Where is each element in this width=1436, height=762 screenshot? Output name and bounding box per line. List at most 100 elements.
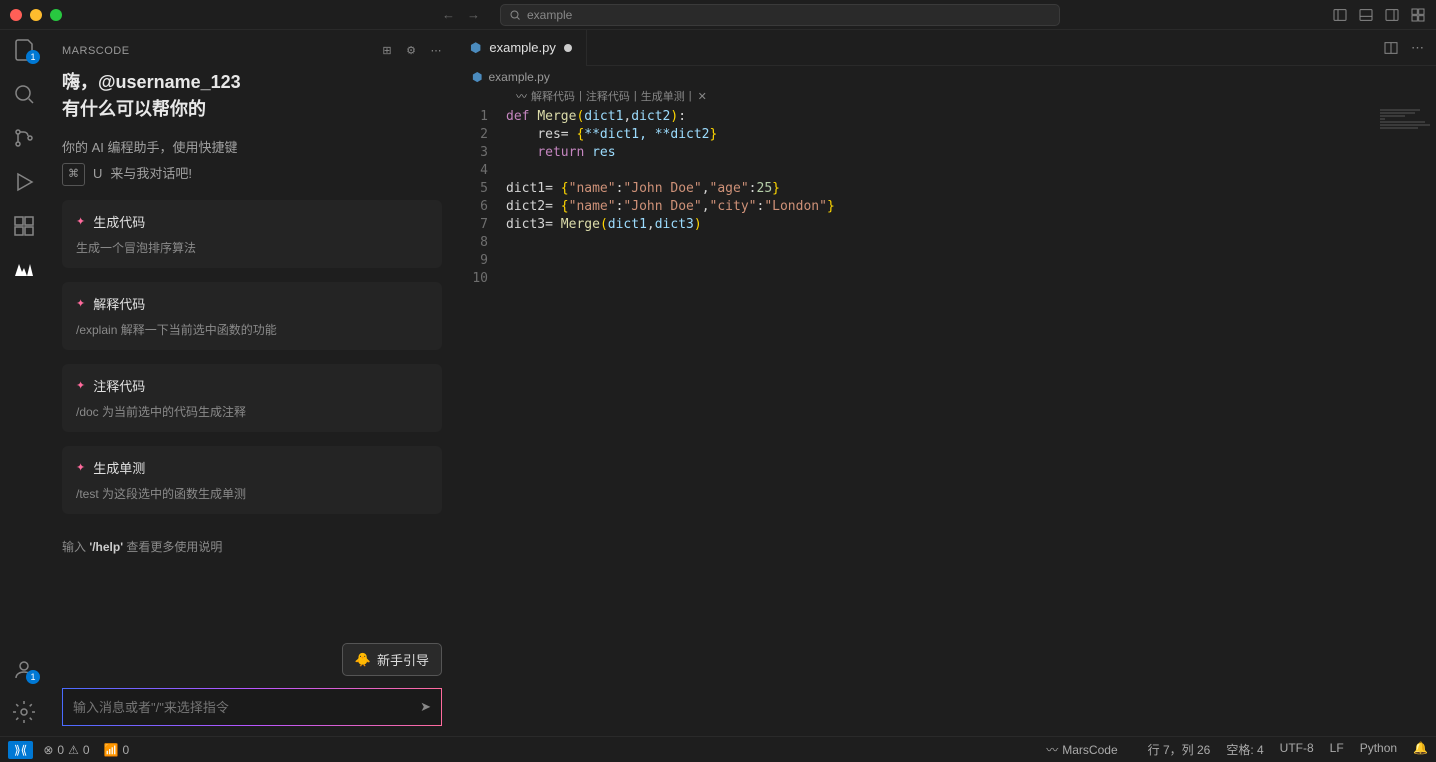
minimize-window-button[interactable] [30, 9, 42, 21]
ports-count: 0 [123, 743, 130, 757]
card-desc: 生成一个冒泡排序算法 [76, 239, 428, 256]
card-title-text: 注释代码 [93, 376, 145, 395]
card-title-text: 生成单测 [93, 458, 145, 477]
sep: | [634, 90, 637, 102]
line-number: 2 [456, 126, 488, 144]
line-number: 7 [456, 216, 488, 234]
panel-left-icon[interactable] [1332, 7, 1348, 23]
panel-right-icon[interactable] [1384, 7, 1400, 23]
line-number: 9 [456, 252, 488, 270]
help-prefix: 输入 [62, 540, 89, 554]
source-control-icon[interactable] [12, 126, 36, 150]
search-activity-icon[interactable] [12, 82, 36, 106]
line-number: 4 [456, 162, 488, 180]
language-mode[interactable]: Python [1360, 741, 1397, 758]
kbd-cmd: ⌘ [62, 163, 85, 186]
close-window-button[interactable] [10, 9, 22, 21]
nav-forward-icon[interactable]: → [467, 7, 480, 22]
guide-label: 新手引导 [377, 650, 429, 669]
code-editor[interactable]: 1 2 3 4 5 6 7 8 9 10 def Merge(dict1,dic… [456, 108, 1436, 736]
close-icon[interactable]: ✕ [698, 90, 707, 103]
breadcrumb[interactable]: ⬢ example.py [456, 66, 1436, 88]
more-icon[interactable]: ⋯ [431, 44, 443, 57]
action-comment[interactable]: 注释代码 [586, 88, 630, 104]
card-title-text: 解释代码 [93, 294, 145, 313]
activity-bar: 1 1 [0, 30, 48, 736]
accounts-icon[interactable]: 1 [12, 658, 36, 682]
marscode-label: MarsCode [1062, 743, 1117, 757]
card-explain-code[interactable]: ✦解释代码 /explain 解释一下当前选中函数的功能 [62, 282, 442, 350]
line-number: 6 [456, 198, 488, 216]
nav-arrows: ← → [442, 7, 480, 22]
remote-indicator[interactable]: ⟫⟪ [8, 741, 33, 759]
encoding-status[interactable]: UTF-8 [1280, 741, 1314, 758]
action-explain[interactable]: 解释代码 [531, 88, 575, 104]
problems-status[interactable]: ⊗0 ⚠0 [43, 743, 89, 757]
titlebar-layout-controls [1332, 7, 1426, 23]
sparkle-icon: ✦ [76, 379, 85, 392]
panel-bottom-icon[interactable] [1358, 7, 1374, 23]
help-suffix: 查看更多使用说明 [123, 540, 222, 554]
help-hint: 输入 '/help' 查看更多使用说明 [62, 538, 442, 555]
code-content[interactable]: def Merge(dict1,dict2): res= {**dict1, *… [506, 108, 1436, 736]
dirty-indicator-icon [564, 44, 572, 52]
line-number: 5 [456, 180, 488, 198]
minimap[interactable] [1376, 108, 1436, 736]
card-unit-test[interactable]: ✦ 生成单测 /test 为这段选中的函数生成单测 [62, 446, 442, 514]
line-gutter: 1 2 3 4 5 6 7 8 9 10 [456, 108, 506, 736]
line-number: 3 [456, 144, 488, 162]
split-editor-icon[interactable] [1383, 40, 1399, 56]
layout-grid-icon[interactable] [1410, 7, 1426, 23]
line-number: 10 [456, 270, 488, 288]
python-icon: ⬢ [472, 70, 482, 84]
greeting-line2: 有什么可以帮你的 [62, 96, 442, 123]
error-count: 0 [57, 743, 64, 757]
sparkle-icon: ✦ [76, 461, 85, 474]
card-desc: /explain 解释一下当前选中函数的功能 [76, 321, 428, 338]
run-debug-icon[interactable] [12, 170, 36, 194]
explorer-icon[interactable]: 1 [12, 38, 36, 62]
settings-gear-icon[interactable] [12, 700, 36, 724]
card-comment-code[interactable]: ✦ 注释代码 /doc 为当前选中的代码生成注释 [62, 364, 442, 432]
marscode-logo-icon: 〰 [1046, 741, 1058, 758]
indentation-status[interactable]: 空格: 4 [1226, 741, 1263, 758]
editor-region: ⬢ example.py ⋯ ⬢ example.py 〰 解释代码 | 注释代… [456, 30, 1436, 736]
nav-back-icon[interactable]: ← [442, 7, 455, 22]
line-number: 1 [456, 108, 488, 126]
tab-bar: ⬢ example.py ⋯ [456, 30, 1436, 66]
command-center-search[interactable]: example [500, 4, 1060, 26]
tab-example-py[interactable]: ⬢ example.py [456, 30, 587, 66]
bell-icon[interactable]: 🔔 [1413, 741, 1428, 758]
beginner-guide-button[interactable]: 🐥 新手引导 [342, 643, 442, 676]
marscode-activity-icon[interactable] [12, 258, 36, 282]
cursor-position[interactable]: 行 7，列 26 [1148, 741, 1211, 758]
explorer-badge: 1 [26, 50, 40, 64]
greeting: 嗨，@username_123 有什么可以帮你的 [62, 69, 442, 123]
kbd-tail: 来与我对话吧! [110, 163, 192, 185]
maximize-window-button[interactable] [50, 9, 62, 21]
extensions-icon[interactable] [12, 214, 36, 238]
tab-more-icon[interactable]: ⋯ [1411, 40, 1424, 56]
sep: | [689, 90, 692, 102]
kbd-u: U [93, 163, 102, 185]
breadcrumb-file: example.py [488, 70, 549, 84]
titlebar: ← → example [0, 0, 1436, 30]
ai-logo-icon: 〰 [516, 88, 527, 104]
action-test[interactable]: 生成单测 [641, 88, 685, 104]
marscode-status[interactable]: 〰 MarsCode [1046, 741, 1117, 758]
sidebar-header: MARSCODE ⊞ ⚙ ⋯ [62, 40, 442, 69]
chat-input-area[interactable]: ➤ [62, 688, 442, 726]
chat-input[interactable] [73, 700, 420, 715]
eol-status[interactable]: LF [1330, 741, 1344, 758]
card-generate-code[interactable]: ✦生成代码 生成一个冒泡排序算法 [62, 200, 442, 268]
kbd-hint: ⌘ U 来与我对话吧! [62, 163, 442, 186]
card-desc: /doc 为当前选中的代码生成注释 [76, 403, 428, 420]
ports-status[interactable]: 📶0 [104, 743, 130, 757]
accounts-badge: 1 [26, 670, 40, 684]
send-icon[interactable]: ➤ [420, 699, 431, 715]
card-desc: /test 为这段选中的函数生成单测 [76, 485, 428, 502]
filter-icon[interactable]: ⚙ [406, 44, 416, 57]
new-chat-icon[interactable]: ⊞ [382, 44, 392, 57]
tab-filename: example.py [489, 40, 555, 55]
search-text: example [527, 8, 572, 22]
